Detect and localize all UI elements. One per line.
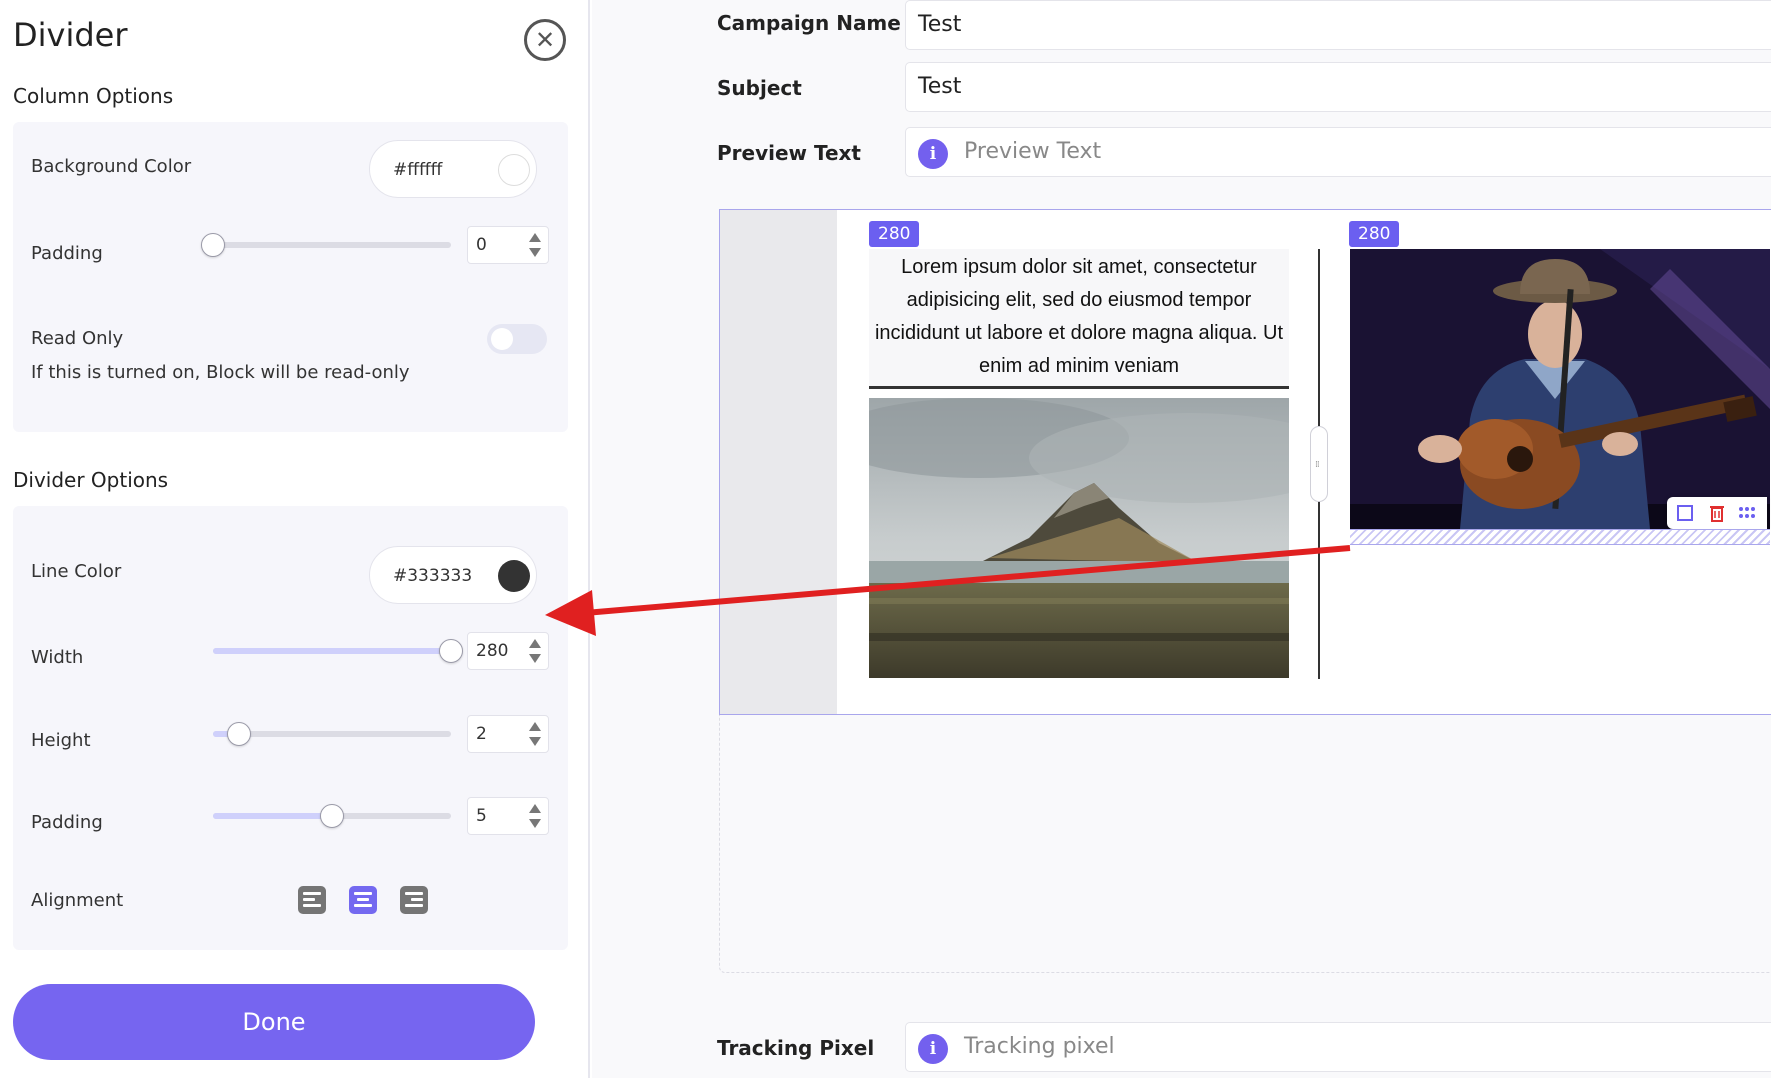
close-button[interactable]: ✕: [524, 19, 566, 61]
column-padding-value: 0: [476, 235, 487, 255]
divider-padding-slider[interactable]: [213, 801, 451, 831]
read-only-description: If this is turned on, Block will be read…: [31, 362, 410, 383]
preview-text-placeholder: Preview Text: [964, 139, 1102, 164]
slider-fill: [213, 648, 451, 654]
mountain-landscape-image[interactable]: [869, 398, 1289, 678]
stepper-arrows-icon[interactable]: [528, 637, 542, 667]
campaign-name-input[interactable]: Test: [905, 0, 1771, 50]
canvas-drop-area[interactable]: [719, 715, 1771, 973]
column-width-badge: 280: [869, 221, 920, 247]
done-button[interactable]: Done: [13, 984, 535, 1060]
slider-track: [213, 242, 451, 248]
block-toolbar: [1667, 497, 1767, 529]
panel-title: Divider: [13, 16, 128, 54]
info-icon[interactable]: i: [918, 1034, 948, 1064]
align-center-icon[interactable]: [349, 886, 377, 914]
tracking-pixel-label: Tracking Pixel: [717, 1036, 875, 1060]
column-options-card: Background Color #ffffff Padding 0 Read …: [13, 122, 568, 432]
background-color-value: #ffffff: [393, 160, 443, 180]
column-padding-label: Padding: [31, 243, 103, 264]
column-padding-stepper[interactable]: 0: [467, 226, 549, 264]
subject-input[interactable]: Test: [905, 62, 1771, 112]
campaign-editor: Campaign Name Test Subject Test Preview …: [592, 0, 1771, 1078]
tracking-pixel-placeholder: Tracking pixel: [964, 1034, 1115, 1059]
divider-padding-label: Padding: [31, 812, 103, 833]
divider-padding-stepper[interactable]: 5: [467, 797, 549, 835]
stepper-arrows-icon[interactable]: [528, 231, 542, 261]
divider-block[interactable]: [869, 386, 1289, 389]
divider-settings-panel: Divider ✕ Column Options Background Colo…: [0, 0, 590, 1078]
divider-options-card: Line Color #333333 Width 280 Height 2 Pa…: [13, 506, 568, 950]
divider-padding-value: 5: [476, 806, 487, 826]
tracking-pixel-input[interactable]: i Tracking pixel: [905, 1022, 1771, 1072]
line-color-value: #333333: [393, 566, 473, 586]
background-color-picker[interactable]: #ffffff: [369, 140, 537, 198]
slider-thumb[interactable]: [320, 804, 344, 828]
duplicate-icon[interactable]: [1675, 503, 1695, 523]
line-color-picker[interactable]: #333333: [369, 546, 537, 604]
selected-divider-block[interactable]: [1350, 529, 1770, 545]
slider-thumb[interactable]: [227, 722, 252, 746]
info-icon[interactable]: i: [918, 139, 948, 169]
stepper-arrows-icon[interactable]: [528, 802, 542, 832]
close-icon: ✕: [534, 26, 556, 54]
height-value: 2: [476, 724, 487, 744]
column-resize-handle[interactable]: ⁞⁞: [1310, 426, 1328, 502]
background-color-swatch[interactable]: [498, 154, 530, 186]
app: Divider ✕ Column Options Background Colo…: [0, 0, 1771, 1078]
campaign-name-label: Campaign Name: [717, 11, 901, 35]
subject-value: Test: [918, 74, 962, 99]
trash-icon[interactable]: [1707, 503, 1727, 523]
stepper-arrows-icon[interactable]: [528, 720, 542, 750]
align-left-icon[interactable]: [298, 886, 326, 914]
alignment-label: Alignment: [31, 890, 124, 911]
preview-text-label: Preview Text: [717, 141, 861, 165]
drag-dots-icon[interactable]: [1737, 503, 1757, 523]
divider-options-heading: Divider Options: [13, 468, 169, 492]
drag-grip-icon: ⁞⁞: [1315, 460, 1320, 470]
line-color-label: Line Color: [31, 561, 122, 582]
campaign-name-value: Test: [918, 12, 962, 37]
width-value: 280: [476, 641, 509, 661]
subject-label: Subject: [717, 76, 802, 100]
height-stepper[interactable]: 2: [467, 715, 549, 753]
slider-fill: [213, 813, 332, 819]
guitarist-image[interactable]: [1350, 249, 1770, 529]
column-padding-slider[interactable]: [201, 230, 451, 260]
column-width-badge: 280: [1349, 221, 1400, 247]
line-color-swatch[interactable]: [498, 560, 530, 592]
align-right-icon[interactable]: [400, 886, 428, 914]
width-stepper[interactable]: 280: [467, 632, 549, 670]
background-color-label: Background Color: [31, 156, 192, 177]
toggle-knob: [491, 328, 513, 350]
read-only-label: Read Only: [31, 328, 124, 349]
read-only-toggle[interactable]: [487, 324, 547, 354]
slider-thumb[interactable]: [439, 639, 463, 663]
canvas-gutter: [720, 210, 837, 714]
column-options-heading: Column Options: [13, 84, 174, 108]
height-label: Height: [31, 730, 91, 751]
width-label: Width: [31, 647, 84, 668]
slider-thumb[interactable]: [201, 233, 225, 257]
width-slider[interactable]: [213, 636, 463, 666]
text-block[interactable]: Lorem ipsum dolor sit amet, consectetur …: [869, 249, 1289, 389]
height-slider[interactable]: [213, 719, 451, 749]
preview-text-input[interactable]: i Preview Text: [905, 127, 1771, 177]
